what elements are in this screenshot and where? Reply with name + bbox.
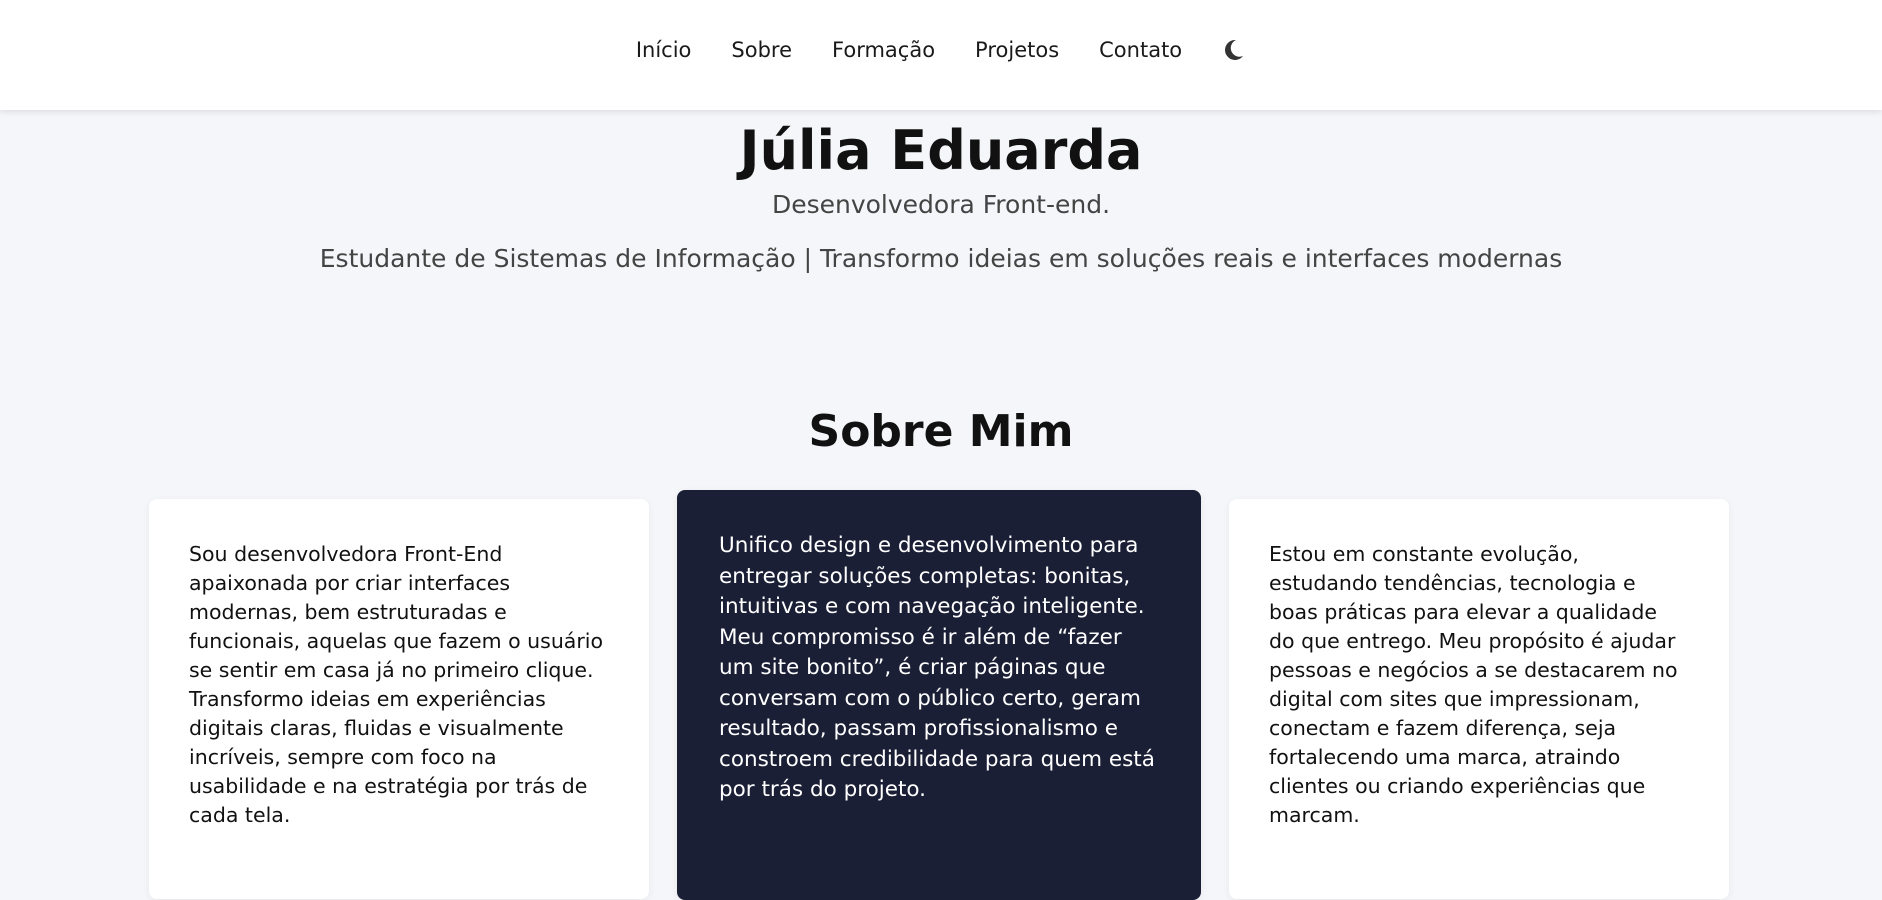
- nav-links: Início Sobre Formação Projetos Contato: [636, 38, 1246, 62]
- nav-link-formacao[interactable]: Formação: [832, 38, 935, 62]
- hero-tagline: Estudante de Sistemas de Informação | Tr…: [319, 244, 1563, 273]
- about-section-title: Sobre Mim: [808, 406, 1074, 457]
- about-card-text: Sou desenvolvedora Front-End apaixonada …: [189, 542, 604, 827]
- about-card-text: Unifico design e desenvolvimento para en…: [719, 533, 1155, 802]
- moon-icon: [1225, 39, 1244, 60]
- navbar: Início Sobre Formação Projetos Contato: [0, 0, 1882, 110]
- nav-link-sobre[interactable]: Sobre: [731, 38, 792, 62]
- theme-toggle-button[interactable]: [1222, 38, 1246, 62]
- nav-link-contato[interactable]: Contato: [1099, 38, 1182, 62]
- hero-role: Desenvolvedora Front-end.: [771, 190, 1111, 219]
- about-card-text: Estou em constante evolução, estudando t…: [1269, 542, 1678, 827]
- about-card-2-highlight: Unifico design e desenvolvimento para en…: [677, 490, 1201, 900]
- about-card-1: Sou desenvolvedora Front-End apaixonada …: [149, 499, 649, 899]
- nav-link-inicio[interactable]: Início: [636, 38, 692, 62]
- hero-name: Júlia Eduarda: [739, 119, 1143, 182]
- about-card-3: Estou em constante evolução, estudando t…: [1229, 499, 1729, 899]
- nav-link-projetos[interactable]: Projetos: [975, 38, 1059, 62]
